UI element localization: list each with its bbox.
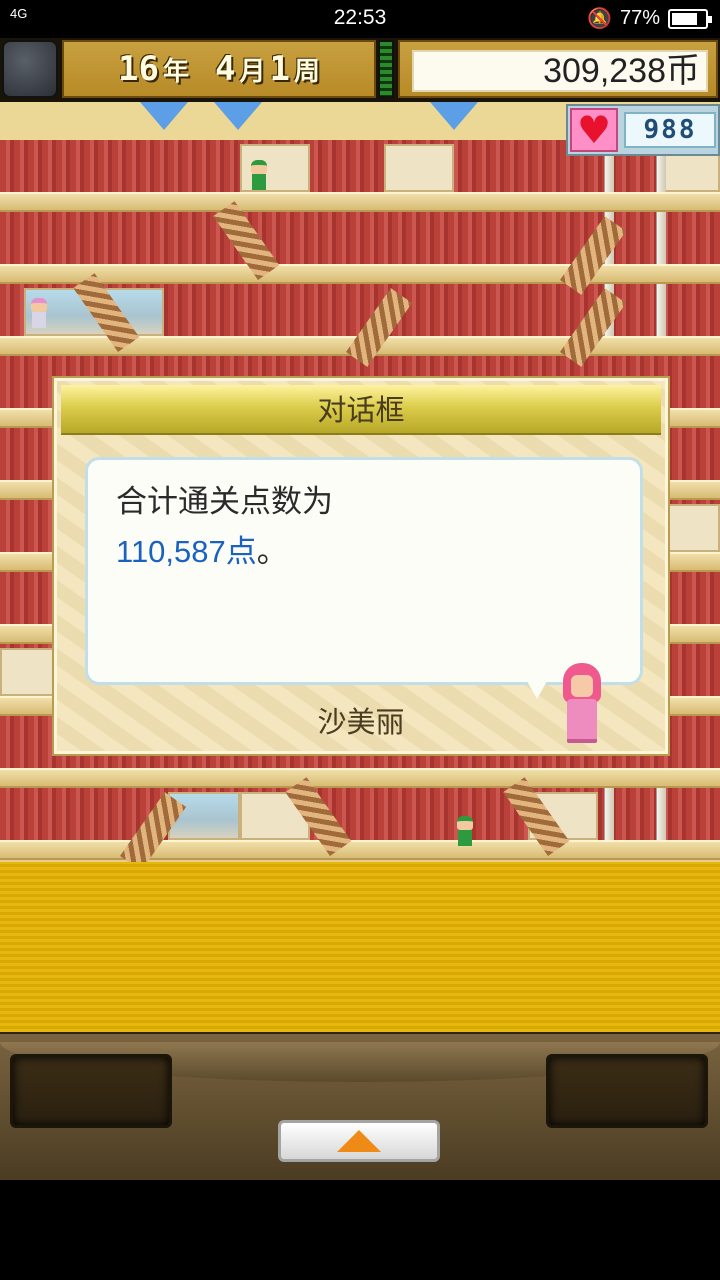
floor-slab bbox=[0, 192, 720, 212]
floor bbox=[0, 788, 720, 860]
floor-slab bbox=[0, 840, 720, 860]
expand-button[interactable] bbox=[278, 1120, 440, 1162]
room[interactable] bbox=[668, 504, 720, 552]
dialog-message: 合计通关点数为 110,587点。 bbox=[85, 457, 643, 685]
week-unit: 周 bbox=[293, 56, 320, 87]
room[interactable] bbox=[384, 144, 454, 192]
pillar bbox=[656, 284, 666, 336]
floor-slab bbox=[0, 768, 720, 788]
year-unit: 年 bbox=[162, 56, 189, 87]
bell-muted-icon: 🔕 bbox=[587, 8, 612, 30]
menu-orb-button[interactable] bbox=[2, 40, 58, 98]
dialog-line-2: 110,587点。 bbox=[116, 527, 612, 577]
battery-fill bbox=[672, 12, 697, 25]
visitor-sprite[interactable] bbox=[248, 160, 270, 192]
up-arrow-icon bbox=[337, 1130, 381, 1152]
sand-ground bbox=[0, 862, 720, 1032]
week-number: 1 bbox=[269, 49, 290, 89]
year-number: 16 bbox=[118, 49, 159, 89]
roof-marker bbox=[430, 102, 478, 130]
pillar bbox=[604, 788, 614, 840]
heart-count: 988 bbox=[624, 112, 716, 148]
pillar bbox=[656, 212, 666, 264]
roof-marker bbox=[140, 102, 188, 130]
game-date: 16 年 4月 1周 bbox=[62, 40, 376, 98]
dialog-box[interactable]: 对话框 合计通关点数为 110,587点。 沙美丽 bbox=[54, 378, 668, 754]
dialog-line-1: 合计通关点数为 bbox=[116, 484, 333, 520]
battery-icon bbox=[668, 8, 712, 29]
money-amount: 309,238币 bbox=[412, 50, 708, 92]
roof-marker bbox=[214, 102, 262, 130]
speed-gauge[interactable] bbox=[378, 40, 394, 98]
battery-percent: 77% bbox=[619, 7, 660, 29]
status-right: 🔕 77% bbox=[587, 6, 712, 31]
speech-tail bbox=[527, 681, 547, 699]
right-slot-button[interactable] bbox=[546, 1054, 708, 1128]
left-slot-button[interactable] bbox=[10, 1054, 172, 1128]
heart-counter: ♥ 988 bbox=[566, 104, 720, 156]
visitor-sprite[interactable] bbox=[28, 298, 50, 330]
month-number: 4 bbox=[214, 49, 236, 89]
bottom-panel bbox=[0, 1032, 720, 1180]
floor-slab bbox=[0, 264, 720, 284]
month-unit: 月 bbox=[239, 56, 266, 87]
speaker-portrait bbox=[559, 663, 605, 745]
dialog-suffix: 。 bbox=[256, 534, 288, 570]
dialog-title: 对话框 bbox=[61, 385, 661, 435]
top-hud: 16 年 4月 1周 309,238币 bbox=[0, 38, 720, 102]
pillar bbox=[656, 788, 666, 840]
money-panel: 309,238币 bbox=[398, 40, 718, 98]
visitor-sprite[interactable] bbox=[454, 816, 476, 848]
room[interactable] bbox=[0, 648, 54, 696]
heart-icon: ♥ bbox=[570, 108, 618, 152]
status-bar: 4G 22:53 🔕 77% bbox=[0, 0, 720, 38]
points-total: 110,587点 bbox=[116, 534, 257, 569]
